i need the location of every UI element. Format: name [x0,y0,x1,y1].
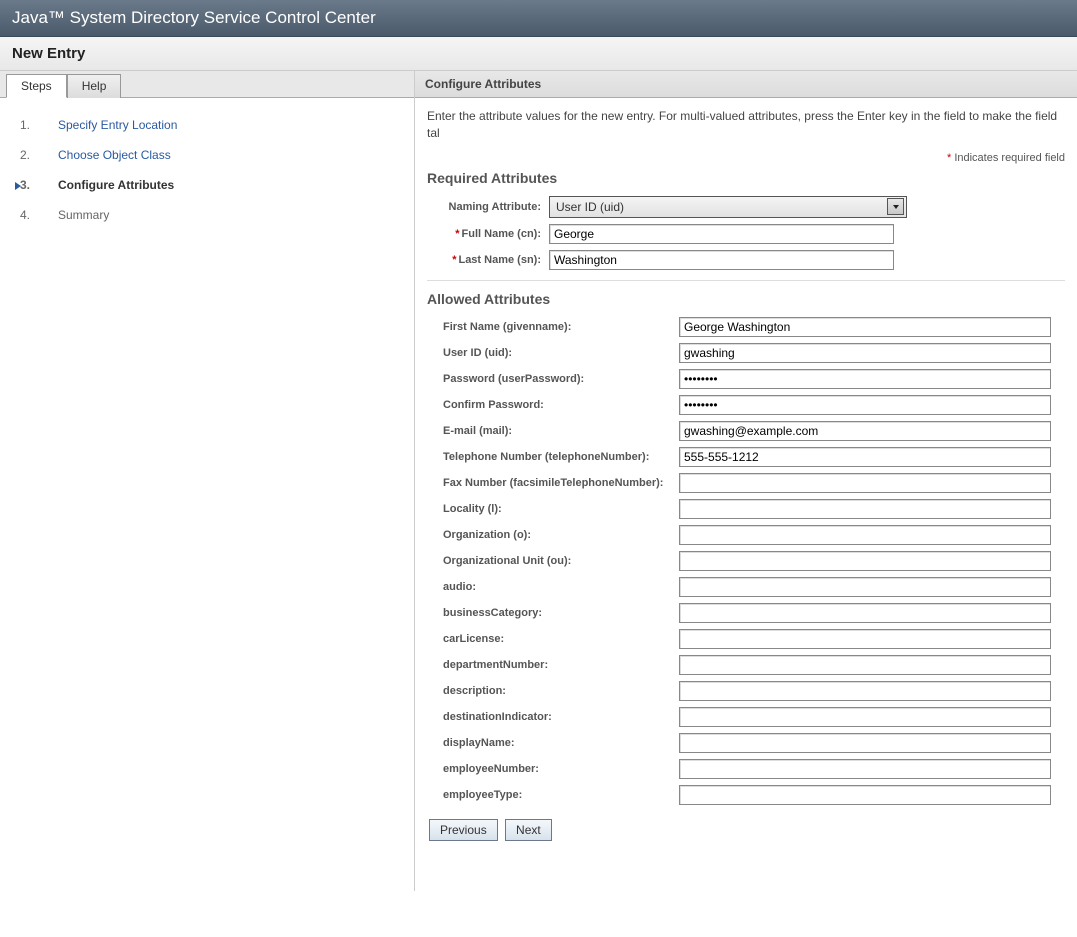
field-label: Confirm Password: [427,399,679,411]
form-row: audio: [427,577,1065,597]
field-label: Password (userPassword): [427,373,679,385]
instructions-text: Enter the attribute values for the new e… [427,108,1065,142]
field-label: Telephone Number (telephoneNumber): [427,451,679,463]
form-row: Password (userPassword): [427,369,1065,389]
naming-attribute-value: User ID (uid) [556,200,624,214]
step-row: 2. Choose Object Class [10,140,404,170]
field-input[interactable] [679,473,1051,493]
form-row: businessCategory: [427,603,1065,623]
field-label: Locality (l): [427,503,679,515]
form-row: Fax Number (facsimileTelephoneNumber): [427,473,1065,493]
step-row: 1. Specify Entry Location [10,110,404,140]
step-link-choose-object-class[interactable]: Choose Object Class [58,148,171,162]
field-input[interactable] [679,395,1051,415]
field-label: Organization (o): [427,529,679,541]
step-number: 1. [10,118,58,132]
field-input[interactable] [679,577,1051,597]
field-input[interactable] [679,551,1051,571]
form-row: Locality (l): [427,499,1065,519]
wizard-steps-panel: Steps Help 1. Specify Entry Location 2. … [0,71,415,891]
form-row: departmentNumber: [427,655,1065,675]
panel-title: Configure Attributes [425,77,541,91]
previous-button[interactable]: Previous [429,819,498,841]
panel-title-bar: Configure Attributes [415,71,1077,98]
step-summary: Summary [58,208,109,222]
tab-help[interactable]: Help [67,74,122,98]
naming-attribute-label: Naming Attribute: [427,201,549,213]
tab-steps[interactable]: Steps [6,74,67,98]
full-name-input[interactable] [549,224,894,244]
form-row: destinationIndicator: [427,707,1065,727]
last-name-label: *Last Name (sn): [427,254,549,266]
last-name-input[interactable] [549,250,894,270]
form-row: First Name (givenname): [427,317,1065,337]
field-input[interactable] [679,629,1051,649]
dropdown-arrow-icon [887,198,904,215]
step-number: 4. [10,208,58,222]
steps-list: 1. Specify Entry Location 2. Choose Obje… [0,98,414,242]
form-row: employeeNumber: [427,759,1065,779]
step-number: 2. [10,148,58,162]
step-number: 3. [10,178,58,192]
field-label: departmentNumber: [427,659,679,671]
naming-attribute-select[interactable]: User ID (uid) [549,196,907,218]
field-input[interactable] [679,369,1051,389]
form-row: employeeType: [427,785,1065,805]
required-field-note: * Indicates required field [427,152,1065,164]
field-input[interactable] [679,603,1051,623]
field-label: User ID (uid): [427,347,679,359]
allowed-attributes-heading: Allowed Attributes [427,291,1065,307]
field-label: description: [427,685,679,697]
side-tabs: Steps Help [0,71,414,98]
form-panel: Configure Attributes Enter the attribute… [415,71,1077,891]
field-input[interactable] [679,343,1051,363]
field-input[interactable] [679,447,1051,467]
required-attributes-heading: Required Attributes [427,170,1065,186]
field-label: audio: [427,581,679,593]
page-subtitle: New Entry [0,37,1077,71]
field-input[interactable] [679,317,1051,337]
field-input[interactable] [679,421,1051,441]
form-row: Confirm Password: [427,395,1065,415]
field-input[interactable] [679,525,1051,545]
field-label: Organizational Unit (ou): [427,555,679,567]
field-label: First Name (givenname): [427,321,679,333]
step-row-current: 3. Configure Attributes [10,170,404,200]
field-input[interactable] [679,655,1051,675]
field-label: displayName: [427,737,679,749]
form-row: E-mail (mail): [427,421,1065,441]
step-row: 4. Summary [10,200,404,230]
form-row: Telephone Number (telephoneNumber): [427,447,1065,467]
app-title: Java™ System Directory Service Control C… [12,8,376,27]
field-input[interactable] [679,707,1051,727]
field-input[interactable] [679,733,1051,753]
field-label: employeeNumber: [427,763,679,775]
field-label: destinationIndicator: [427,711,679,723]
divider [427,280,1065,281]
field-input[interactable] [679,681,1051,701]
app-header: Java™ System Directory Service Control C… [0,0,1077,37]
form-row: Organizational Unit (ou): [427,551,1065,571]
next-button[interactable]: Next [505,819,552,841]
form-row: Organization (o): [427,525,1065,545]
field-label: employeeType: [427,789,679,801]
field-label: Fax Number (facsimileTelephoneNumber): [427,477,679,489]
form-row: description: [427,681,1065,701]
full-name-label: *Full Name (cn): [427,228,549,240]
field-label: businessCategory: [427,607,679,619]
form-row: displayName: [427,733,1065,753]
step-current-configure-attributes: Configure Attributes [58,178,174,192]
field-input[interactable] [679,759,1051,779]
form-row: User ID (uid): [427,343,1065,363]
step-link-specify-entry-location[interactable]: Specify Entry Location [58,118,177,132]
field-label: carLicense: [427,633,679,645]
field-input[interactable] [679,499,1051,519]
field-label: E-mail (mail): [427,425,679,437]
wizard-buttons: Previous Next [427,819,1065,841]
field-input[interactable] [679,785,1051,805]
form-row: carLicense: [427,629,1065,649]
